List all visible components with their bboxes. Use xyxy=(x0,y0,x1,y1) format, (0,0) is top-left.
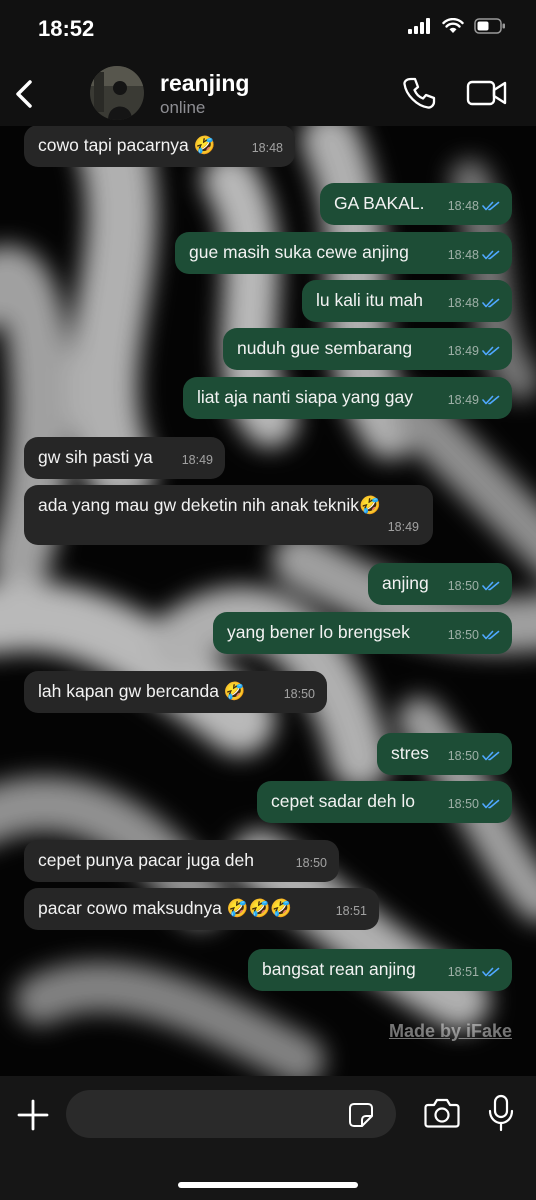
message-text: cepet punya pacar juga deh xyxy=(38,849,254,870)
message-text: gue masih suka cewe anjing xyxy=(189,241,409,262)
camera-icon[interactable] xyxy=(424,1096,460,1130)
message-time: 18:49 xyxy=(448,339,500,363)
message-bubble-incoming[interactable]: gw sih pasti ya 18:49 xyxy=(24,437,225,479)
battery-icon xyxy=(474,18,505,34)
message-text: pacar cowo maksudnya 🤣🤣🤣 xyxy=(38,897,293,918)
video-camera-icon[interactable] xyxy=(466,78,508,108)
message-time: 18:48 xyxy=(251,141,283,155)
chat-header: reanjing online xyxy=(0,62,536,126)
double-check-read-icon xyxy=(482,630,500,640)
message-time: 18:51 xyxy=(335,904,367,918)
double-check-read-icon xyxy=(482,799,500,809)
message-text: lu kali itu mah xyxy=(316,289,423,310)
message-bubble-outgoing[interactable]: lu kali itu mah 18:48 xyxy=(302,280,512,322)
double-check-read-icon xyxy=(482,751,500,761)
message-bubble-outgoing[interactable]: anjing 18:50 xyxy=(368,563,512,605)
message-bubble-outgoing[interactable]: cepet sadar deh lo 18:50 xyxy=(257,781,512,823)
message-text: ada yang mau gw deketin nih anak teknik🤣 xyxy=(38,495,381,515)
message-bubble-incoming[interactable]: ada yang mau gw deketin nih anak teknik🤣… xyxy=(24,485,433,545)
message-bubble-incoming[interactable]: cepet punya pacar juga deh 18:50 xyxy=(24,840,339,882)
plus-icon[interactable] xyxy=(16,1098,50,1132)
message-bubble-outgoing[interactable]: stres 18:50 xyxy=(377,733,512,775)
message-bubble-incoming[interactable]: lah kapan gw bercanda 🤣 18:50 xyxy=(24,671,327,713)
avatar[interactable] xyxy=(90,66,144,120)
message-text: stres xyxy=(391,742,429,763)
double-check-read-icon xyxy=(482,250,500,260)
message-input[interactable] xyxy=(66,1090,396,1138)
message-time: 18:50 xyxy=(448,744,500,768)
double-check-read-icon xyxy=(482,201,500,211)
status-bar: 18:52 xyxy=(0,0,536,62)
message-text: bangsat rean anjing xyxy=(262,958,416,979)
message-text: yang bener lo brengsek xyxy=(227,621,410,642)
message-text: anjing xyxy=(382,572,429,593)
status-icons xyxy=(408,18,506,34)
message-bubble-outgoing[interactable]: gue masih suka cewe anjing 18:48 xyxy=(175,232,512,274)
microphone-icon[interactable] xyxy=(488,1094,514,1132)
sticker-icon[interactable] xyxy=(348,1102,374,1128)
message-time: 18:50 xyxy=(448,574,500,598)
message-bubble-incoming[interactable]: cowo tapi pacarnya 🤣 18:48 xyxy=(24,125,295,167)
double-check-read-icon xyxy=(482,395,500,405)
contact-name[interactable]: reanjing xyxy=(160,70,249,97)
chevron-left-icon[interactable] xyxy=(10,74,40,114)
home-indicator xyxy=(178,1182,358,1188)
double-check-read-icon xyxy=(482,967,500,977)
contact-status: online xyxy=(160,98,206,117)
message-time: 18:48 xyxy=(448,194,500,218)
double-check-read-icon xyxy=(482,298,500,308)
message-bubble-incoming[interactable]: pacar cowo maksudnya 🤣🤣🤣 18:51 xyxy=(24,888,379,930)
message-time: 18:50 xyxy=(283,687,315,701)
message-time: 18:50 xyxy=(448,623,500,647)
double-check-read-icon xyxy=(482,346,500,356)
message-bubble-outgoing[interactable]: bangsat rean anjing 18:51 xyxy=(248,949,512,991)
message-time: 18:48 xyxy=(448,291,500,315)
message-text: GA BAKAL. xyxy=(334,192,425,213)
status-time: 18:52 xyxy=(38,16,95,41)
message-text: lah kapan gw bercanda 🤣 xyxy=(38,680,246,701)
message-bubble-outgoing[interactable]: nuduh gue sembarang 18:49 xyxy=(223,328,512,370)
message-time: 18:50 xyxy=(295,856,327,870)
message-text: cowo tapi pacarnya 🤣 xyxy=(38,134,216,155)
message-text: nuduh gue sembarang xyxy=(237,337,413,358)
message-time: 18:49 xyxy=(448,388,500,412)
message-time: 18:51 xyxy=(448,960,500,984)
double-check-read-icon xyxy=(482,581,500,591)
message-time: 18:49 xyxy=(387,520,419,534)
message-bubble-outgoing[interactable]: liat aja nanti siapa yang gay 18:49 xyxy=(183,377,512,419)
wifi-icon xyxy=(442,18,464,33)
message-time: 18:49 xyxy=(181,453,213,467)
message-time: 18:48 xyxy=(448,243,500,267)
cellular-signal-icon xyxy=(408,18,430,34)
message-text: gw sih pasti ya xyxy=(38,446,153,467)
message-text: cepet sadar deh lo xyxy=(271,790,415,811)
message-bubble-outgoing[interactable]: GA BAKAL. 18:48 xyxy=(320,183,512,225)
watermark: Made by iFake xyxy=(388,1021,512,1041)
message-time: 18:50 xyxy=(448,792,500,816)
phone-icon[interactable] xyxy=(402,76,436,110)
message-text: liat aja nanti siapa yang gay xyxy=(197,386,413,407)
message-input-bar xyxy=(0,1076,536,1200)
message-bubble-outgoing[interactable]: yang bener lo brengsek 18:50 xyxy=(213,612,512,654)
